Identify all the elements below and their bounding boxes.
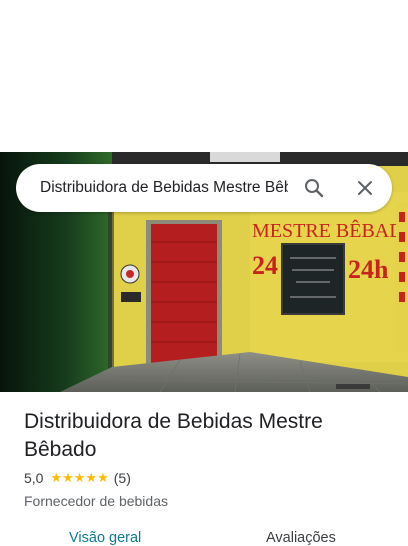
close-icon[interactable] [353, 176, 377, 200]
place-category[interactable]: Fornecedor de bebidas [24, 493, 168, 509]
rating-value: 5,0 [24, 470, 44, 486]
place-title: Distribuidora de Bebidas Mestre Bêbado [24, 410, 323, 461]
rating-row[interactable]: 5,0 ★★★★★ (5) [24, 470, 131, 486]
search-bar[interactable]: Distribuidora de Bebidas Mestre Bêbado [16, 164, 392, 212]
photo-sign-hours-left: 24 [252, 251, 278, 280]
star-rating-icon: ★★★★★ [50, 470, 109, 485]
photo-sign-hours-right: 24h [348, 255, 389, 284]
search-input[interactable]: Distribuidora de Bebidas Mestre Bêbado [40, 179, 288, 197]
search-icon[interactable] [302, 176, 326, 200]
review-count[interactable]: (5) [114, 470, 131, 486]
photo-sign-name: MESTRE BÊBADO [252, 219, 408, 242]
